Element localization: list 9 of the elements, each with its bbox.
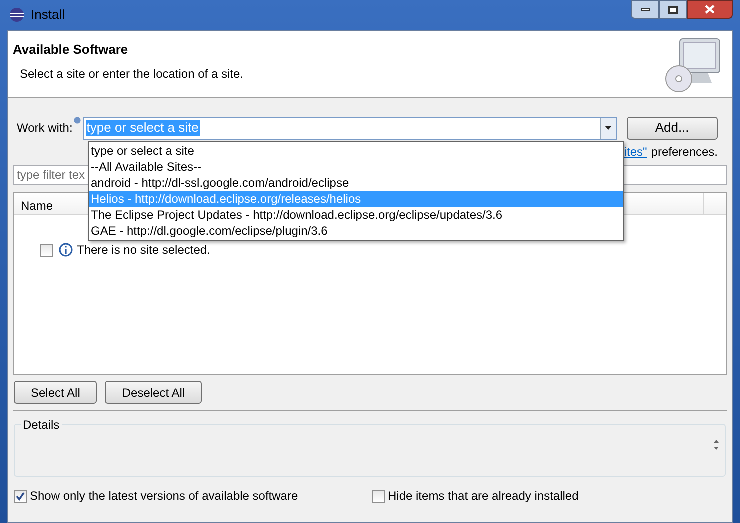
- page-subtitle: Select a site or enter the location of a site.: [20, 66, 244, 82]
- window-title: Install: [31, 6, 65, 24]
- page-title: Available Software: [13, 41, 130, 59]
- preferences-text: preferences.: [651, 144, 718, 161]
- combo-value: type or select a site: [86, 120, 200, 136]
- option-label: Hide items that are already installed: [388, 488, 579, 505]
- option-label: Show only the latest versions of available software: [30, 488, 298, 505]
- table-cell-text: There is no site selected.: [77, 242, 210, 259]
- work-with-label: Work with:: [17, 120, 73, 137]
